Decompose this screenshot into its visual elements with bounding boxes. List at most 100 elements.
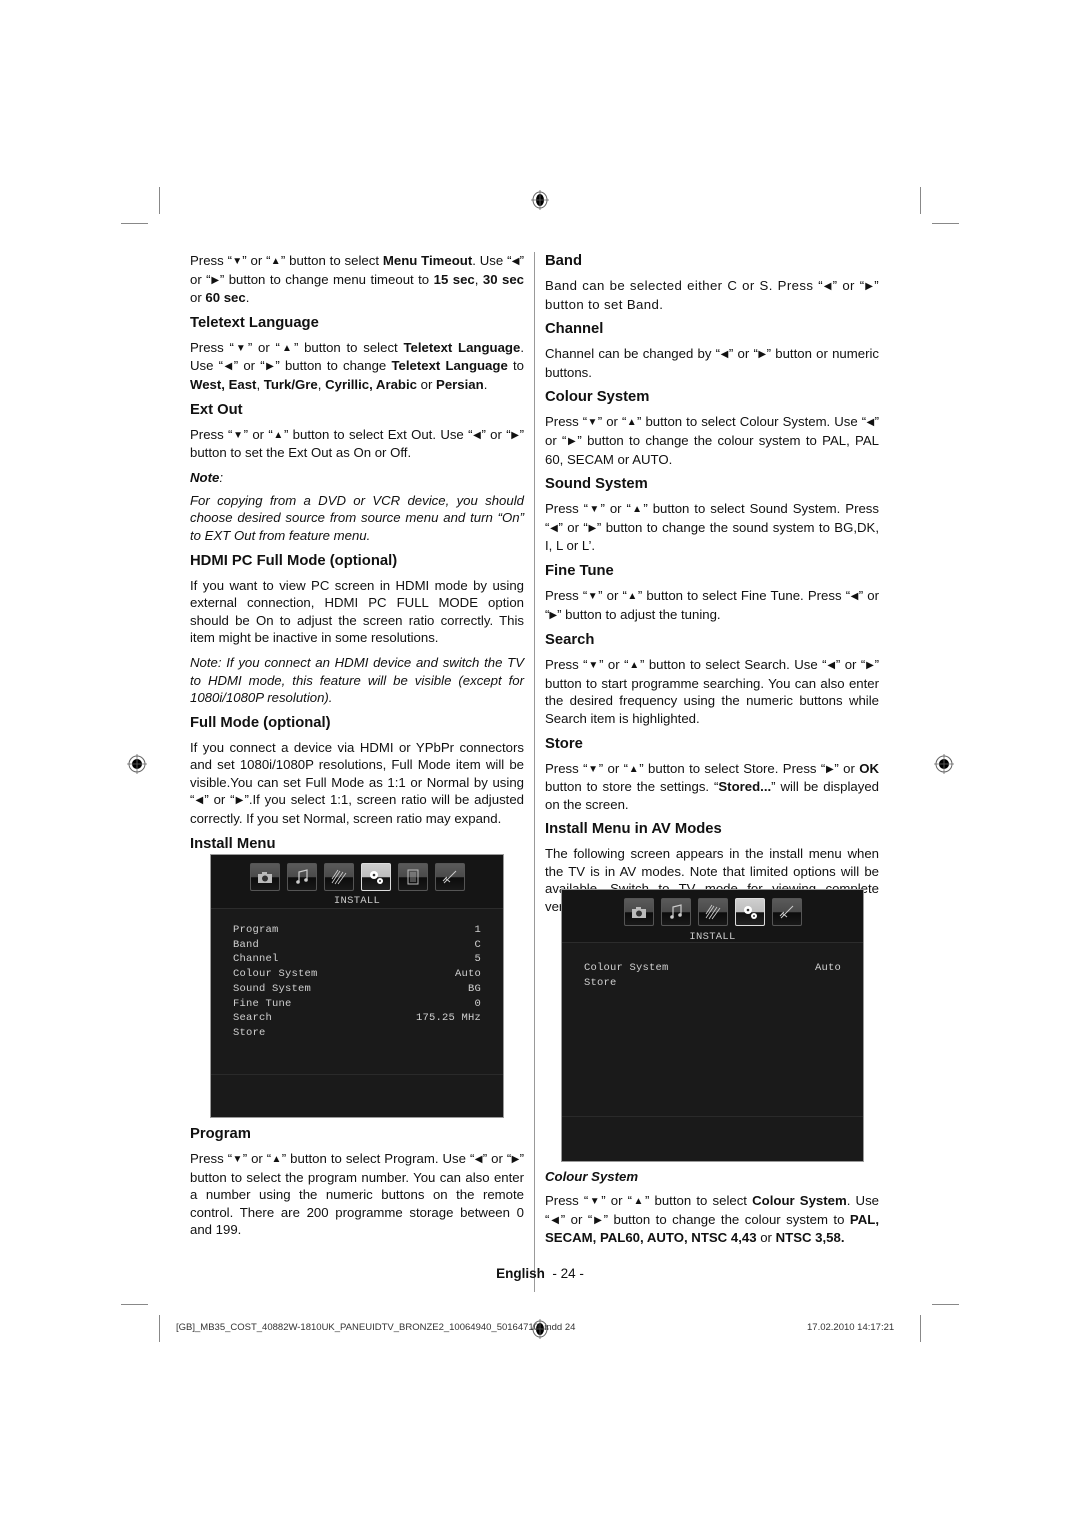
menu-header: INSTALL: [562, 890, 863, 943]
text: ” or “: [601, 1193, 633, 1208]
text: ” button to select Ext Out. Use “: [283, 426, 473, 442]
bold-term: Turk/Gre: [263, 376, 318, 392]
row-label: Colour System: [584, 962, 669, 974]
text: ” button to select: [644, 1193, 753, 1208]
text: Press “: [190, 426, 233, 442]
left-arrow-icon: ◀: [223, 361, 234, 373]
fine-tune-paragraph: Press “▼” or “▲” button to select Fine T…: [545, 587, 879, 624]
row-label: Band: [233, 938, 260, 951]
row-value: C: [474, 938, 481, 951]
crop-mark: [920, 1315, 921, 1342]
crop-mark: [932, 223, 959, 224]
left-arrow-icon: ◀: [822, 281, 833, 292]
camera-icon: [249, 863, 280, 891]
page-footer: English - 24 -: [0, 1266, 1080, 1281]
text: ” or “: [482, 1151, 512, 1166]
text: ” or: [834, 760, 860, 776]
right-arrow-icon: ▶: [825, 763, 835, 775]
menu-timeout-paragraph: Press “▼” or “▲” button to select Menu T…: [190, 252, 524, 307]
down-arrow-icon: ▼: [231, 256, 243, 267]
bold-term: Menu Timeout: [382, 253, 473, 268]
text: ” or “: [597, 414, 627, 430]
teletext-language-paragraph: Press “▼” or “▲” button to select Telete…: [190, 339, 524, 394]
band-paragraph: Band can be selected either C or S. Pres…: [545, 277, 879, 313]
menu-footer-divider: [211, 1074, 503, 1075]
text: or: [190, 290, 206, 306]
left-arrow-icon: ◀: [720, 349, 729, 361]
right-arrow-icon: ▶: [865, 660, 875, 672]
hdmi-pc-full-mode-paragraph: If you want to view PC screen in HDMI mo…: [190, 577, 524, 646]
right-arrow-icon: ▶: [757, 349, 767, 361]
right-arrow-icon: ▶: [210, 274, 220, 286]
bold-term: NTSC 3,58.: [775, 1230, 845, 1246]
footer-language: English: [496, 1266, 545, 1281]
text: ” or “: [481, 426, 511, 442]
store-heading: Store: [545, 735, 583, 752]
text: ” or “: [560, 1211, 593, 1227]
text: Band can be selected either C or S. Pres…: [545, 278, 823, 293]
crop-mark: [920, 187, 921, 214]
install-menu-screenshot: INSTALL Program 1 Band C Channel 5 Colour S…: [210, 854, 504, 1118]
text: ” or “: [243, 426, 273, 442]
channel-paragraph: Channel can be changed by “◀” or “▶” but…: [545, 345, 879, 381]
colour-system-av-paragraph: Press “▼” or “▲” button to select Colour…: [545, 1192, 879, 1247]
text: ” or “: [835, 657, 866, 673]
bold-term: Teletext Language: [403, 339, 521, 355]
left-arrow-icon: ◀: [474, 1154, 483, 1165]
ext-out-paragraph: Press “▼” or “▲” button to select Ext Ou…: [190, 426, 524, 462]
menu-title: INSTALL: [689, 931, 736, 943]
down-arrow-icon: ▼: [587, 660, 600, 672]
left-column: Press “▼” or “▲” button to select Menu T…: [190, 252, 524, 860]
up-arrow-icon: ▲: [628, 660, 641, 672]
left-arrow-icon: ◀: [549, 522, 559, 534]
hdmi-pc-full-mode-note: Note: If you connect an HDMI device and …: [190, 654, 524, 706]
up-arrow-icon: ▲: [271, 1154, 282, 1165]
down-arrow-icon: ▼: [587, 590, 599, 602]
print-slug-filename: [GB]_MB35_COST_40882W-1810UK_PANEUIDTV_B…: [176, 1322, 576, 1333]
row-value: BG: [467, 982, 481, 995]
text: ,: [474, 271, 483, 287]
column-divider: [534, 252, 535, 1292]
camera-icon: [623, 898, 654, 926]
tools-icon: [434, 863, 465, 891]
crop-mark: [159, 187, 160, 214]
bold-term: Teletext Language: [391, 358, 508, 374]
text: ” or “: [242, 253, 271, 268]
text: ” button to select Search. Use “: [640, 657, 827, 673]
up-arrow-icon: ▲: [630, 504, 644, 516]
install-menu-av-screenshot: INSTALL Colour System Auto Store: [561, 889, 864, 1162]
store-paragraph: Press “▼” or “▲” button to select Store.…: [545, 760, 879, 814]
up-arrow-icon: ▲: [632, 1196, 645, 1207]
row-value: 5: [474, 953, 481, 966]
gears-icon: [734, 898, 765, 926]
text: ” button to adjust the tuning.: [557, 606, 721, 622]
up-arrow-icon: ▲: [626, 417, 638, 429]
text: ,: [317, 376, 326, 392]
full-mode-heading: Full Mode (optional): [190, 714, 331, 731]
text: ” or “: [598, 587, 627, 603]
menu-title: INSTALL: [333, 895, 381, 907]
fine-tune-heading: Fine Tune: [545, 562, 614, 579]
text: Channel can be changed by “: [545, 346, 721, 362]
picture-settings-icon: [323, 863, 354, 891]
right-arrow-icon: ▶: [587, 522, 597, 534]
text: Note: [190, 469, 220, 485]
menu-row-store: Store: [233, 1026, 481, 1041]
crop-mark: [159, 1315, 160, 1342]
right-arrow-icon: ▶: [592, 1214, 604, 1226]
colour-system-heading: Colour System: [545, 389, 650, 406]
text: Press “: [545, 587, 588, 603]
row-label: Store: [233, 1026, 266, 1039]
page-number: - 24 -: [552, 1266, 584, 1281]
bold-term: 15 sec: [433, 271, 475, 287]
text: ” button to change: [275, 358, 392, 374]
text: Press “: [545, 501, 589, 517]
ext-out-heading: Ext Out: [190, 401, 243, 418]
left-arrow-icon: ◀: [826, 660, 836, 672]
bold-term: OK: [859, 760, 879, 776]
text: ” button to select Program. Use “: [281, 1151, 475, 1166]
left-arrow-icon: ◀: [866, 417, 875, 429]
text: ” or “: [598, 760, 628, 776]
right-arrow-icon: ▶: [264, 361, 276, 373]
picture-settings-icon: [697, 898, 728, 926]
